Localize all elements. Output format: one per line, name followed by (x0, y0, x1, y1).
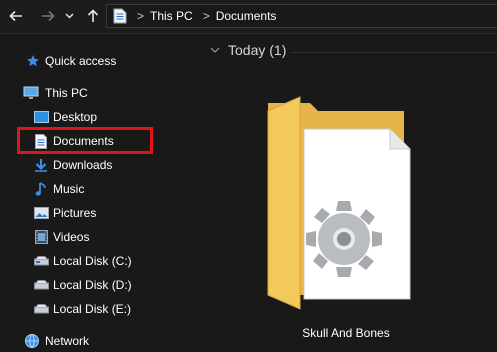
navigation-bar: > This PC > Documents (0, 0, 497, 34)
folder-with-gear-icon (267, 96, 411, 310)
sidebar-item-downloads[interactable]: Downloads (0, 154, 196, 176)
sidebar-item-label: Local Disk (C:) (53, 254, 132, 268)
group-title: Today (1) (228, 42, 287, 58)
sidebar-item-label: Local Disk (D:) (53, 278, 132, 292)
sidebar-item-videos[interactable]: Videos (0, 226, 196, 248)
sidebar-item-network[interactable]: Network (0, 330, 196, 352)
forward-button[interactable] (38, 6, 58, 26)
file-list: Today (1) Skull And Bones (196, 34, 497, 352)
sidebar-item-quick-access[interactable]: Quick access (0, 50, 196, 72)
sidebar-item-label: Videos (53, 230, 90, 244)
file-name: Skull And Bones (302, 326, 390, 340)
arrow-right-icon (42, 10, 55, 22)
sidebar-item-music[interactable]: Music (0, 178, 196, 200)
address-bar[interactable]: > This PC > Documents (106, 4, 497, 28)
breadcrumb-separator: > (202, 9, 210, 23)
desktop-icon (32, 109, 50, 125)
document-icon (113, 8, 127, 24)
sidebar-item-label: This PC (45, 86, 88, 100)
chevron-down-icon (210, 47, 220, 53)
star-icon (24, 53, 42, 69)
sidebar-item-label: Quick access (45, 54, 117, 68)
videos-icon (32, 229, 50, 245)
sidebar-item-label: Local Disk (E:) (53, 302, 132, 316)
sidebar-item-this-pc[interactable]: This PC (0, 82, 196, 104)
drive-icon (32, 253, 50, 269)
divider (291, 52, 497, 53)
breadcrumb-this-pc[interactable]: This PC (150, 9, 193, 23)
arrow-left-icon (9, 10, 22, 22)
selection-highlight (17, 127, 153, 154)
file-item[interactable]: Skull And Bones (256, 89, 436, 349)
music-icon (32, 181, 50, 197)
sidebar-item-label: Desktop (53, 110, 98, 124)
up-button[interactable] (83, 6, 103, 26)
sidebar-item-local-disk-c[interactable]: Local Disk (C:) (0, 250, 196, 272)
sidebar-item-label: Downloads (53, 158, 113, 172)
recent-locations-button[interactable] (62, 6, 76, 26)
network-icon (23, 333, 41, 349)
computer-icon (22, 85, 40, 101)
sidebar-item-local-disk-e[interactable]: Local Disk (E:) (0, 298, 196, 320)
pictures-icon (32, 205, 50, 221)
sidebar-item-local-disk-d[interactable]: Local Disk (D:) (0, 274, 196, 296)
drive-icon (32, 277, 50, 293)
back-button[interactable] (6, 6, 26, 26)
sidebar-item-label: Music (53, 182, 85, 196)
sidebar-item-desktop[interactable]: Desktop (0, 106, 196, 128)
breadcrumb-separator: > (137, 9, 145, 23)
chevron-down-icon (64, 13, 74, 19)
drive-icon (32, 301, 50, 317)
navigation-pane: Quick access This PC Desktop Documents D… (0, 34, 196, 352)
breadcrumb-documents[interactable]: Documents (216, 9, 277, 23)
group-header[interactable]: Today (1) (210, 42, 286, 58)
sidebar-item-label: Pictures (53, 206, 97, 220)
sidebar-item-pictures[interactable]: Pictures (0, 202, 196, 224)
arrow-up-icon (87, 9, 99, 22)
sidebar-item-label: Network (45, 334, 90, 348)
download-icon (32, 157, 50, 173)
